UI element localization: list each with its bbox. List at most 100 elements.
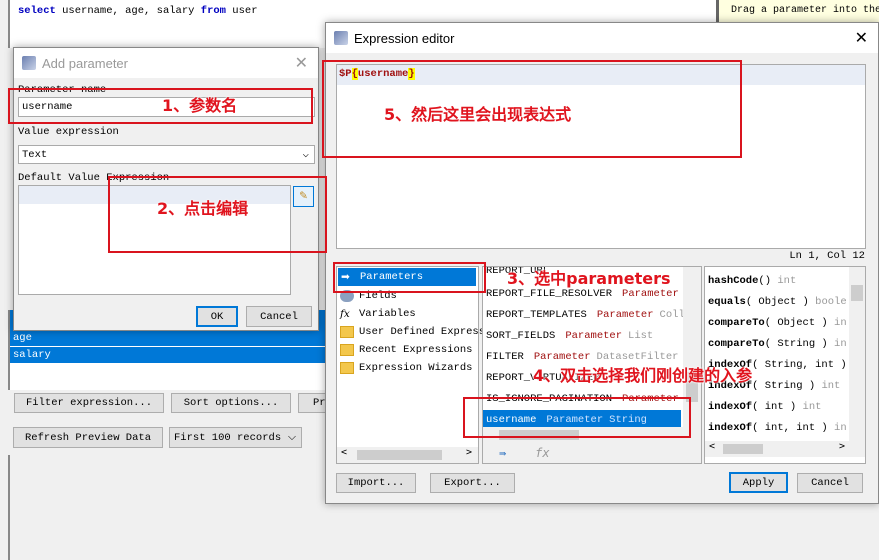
app-icon (334, 31, 348, 45)
category-wizards[interactable]: Expression Wizards (337, 359, 478, 377)
annotation-label: 4、双击选择我们刚创建的入参 (533, 366, 753, 385)
value-expression-label: Value expression (18, 126, 119, 138)
import-button[interactable]: Import... (336, 473, 416, 493)
app-icon (22, 56, 36, 70)
method-args: ( Object ) (745, 296, 809, 308)
field-name: age (13, 332, 32, 344)
category-label: Variables (359, 308, 416, 320)
folder-icon (340, 326, 354, 338)
dialog-title: Add parameter (42, 55, 128, 71)
sql-keyword: select (18, 5, 56, 17)
param-type: Coll (659, 309, 685, 321)
list-item[interactable]: compareTo( Object ) in (705, 313, 865, 333)
records-select[interactable]: First 100 records ⌵ (169, 427, 302, 448)
parameter-filter-icon[interactable]: ⇛ (499, 446, 506, 460)
list-item[interactable]: SORT_FIELDS Parameter List (483, 326, 701, 346)
category-recent[interactable]: Recent Expressions (337, 341, 478, 359)
list-item[interactable]: equals( Object ) boole (705, 292, 865, 312)
category-label: Expression Wizards (359, 362, 473, 374)
cursor-position: Ln 1, Col 12 (789, 250, 865, 262)
dialog-title: Expression editor (354, 30, 455, 46)
method-args: ( String ) (752, 380, 816, 392)
divider (8, 455, 10, 560)
category-user-defined[interactable]: User Defined Express (337, 323, 485, 341)
param-kind: Parameter (565, 330, 623, 342)
refresh-preview-button[interactable]: Refresh Preview Data (13, 427, 163, 448)
param-name: REPORT_FILE_RESOLVER (486, 288, 613, 300)
sql-columns: username, age, salary (62, 5, 195, 17)
ok-button[interactable]: OK (196, 306, 238, 327)
records-value: First 100 records (174, 431, 282, 444)
export-button[interactable]: Export... (430, 473, 515, 493)
list-item[interactable]: REPORT_TEMPLATES Parameter Coll (483, 305, 701, 325)
cancel-button[interactable]: Cancel (246, 306, 312, 327)
method-name: hashCode (708, 275, 759, 287)
folder-icon (340, 344, 354, 356)
list-item[interactable]: compareTo( String ) in (705, 334, 865, 354)
method-args: ( int, int ) (752, 422, 828, 434)
list-item[interactable]: indexOf( int ) int (705, 397, 865, 417)
category-label: Recent Expressions (359, 344, 473, 356)
sql-keyword: from (200, 5, 226, 17)
cancel-button[interactable]: Cancel (797, 473, 863, 493)
annotation-label: 1、参数名 (162, 96, 238, 115)
list-item[interactable]: indexOf( int, int ) in (705, 418, 865, 438)
dialog-title-bar: Expression editor ✕ (326, 23, 878, 53)
dialog-title-bar: Add parameter ✕ (14, 48, 318, 78)
method-name: compareTo (708, 317, 765, 329)
sql-query: select username, age, salary from user (18, 5, 258, 17)
param-name: REPORT_TEMPLATES (486, 309, 587, 321)
annotation-label: 5、然后这里会出现表达式 (384, 105, 572, 124)
method-return: boole (815, 296, 847, 308)
category-list[interactable]: ➡ Parameters Fields fx Variables User Defi… (336, 266, 485, 464)
method-name: indexOf (708, 422, 753, 434)
value-expression-select[interactable]: Text ⌵ (18, 145, 315, 164)
method-args: () (758, 275, 772, 287)
method-args: ( int ) (752, 401, 797, 413)
hint-text: Drag a parameter into the (719, 0, 879, 22)
method-return: int (821, 380, 841, 392)
method-return: in (834, 317, 847, 329)
horizontal-scrollbar[interactable]: < > (705, 441, 865, 457)
method-args: ( Object ) (764, 317, 828, 329)
param-kind: Parameter (622, 288, 679, 300)
param-type: List (628, 330, 654, 342)
vertical-scrollbar[interactable] (849, 267, 865, 443)
folder-icon (340, 362, 354, 374)
category-variables[interactable]: fx Variables (337, 305, 478, 323)
annotation-label: 2、点击编辑 (157, 199, 249, 218)
annotation-box (463, 397, 691, 438)
annotation-box (333, 262, 486, 293)
method-name: compareTo (708, 338, 765, 350)
function-icon: fx (340, 308, 350, 320)
method-args: ( String, int ) (752, 359, 847, 371)
param-name: SORT_FIELDS (486, 330, 556, 342)
list-item[interactable]: hashCode() int (705, 271, 865, 291)
method-return: in (834, 422, 847, 434)
apply-button[interactable]: Apply (729, 472, 788, 493)
method-args: ( String ) (764, 338, 828, 350)
sql-table: user (232, 5, 258, 17)
category-label: User Defined Express (359, 326, 486, 338)
close-icon[interactable]: ✕ (295, 53, 308, 72)
horizontal-scrollbar[interactable]: < > (337, 447, 478, 463)
method-return: in (834, 338, 847, 350)
field-name: salary (13, 349, 51, 361)
param-kind: Parameter (596, 309, 654, 321)
close-icon[interactable]: ✕ (855, 28, 868, 47)
filter-expression-button[interactable]: Filter expression... (14, 393, 164, 413)
annotation-label: 3、选中parameters (507, 269, 671, 288)
param-name: FILTER (486, 351, 524, 363)
annotation-box (8, 88, 313, 124)
method-name: equals (708, 296, 746, 308)
chevron-down-icon: ⌵ (288, 431, 296, 444)
function-filter-icon[interactable]: fx (535, 446, 549, 460)
method-name: indexOf (708, 401, 753, 413)
param-toolbar: ⇛ fx (483, 443, 701, 463)
method-return: int (777, 275, 797, 287)
sort-options-button[interactable]: Sort options... (171, 393, 291, 413)
method-return: int (802, 401, 822, 413)
preview-button[interactable]: Pr (298, 393, 328, 413)
chevron-down-icon: ⌵ (302, 149, 309, 161)
value-expression-value: Text (22, 149, 48, 161)
